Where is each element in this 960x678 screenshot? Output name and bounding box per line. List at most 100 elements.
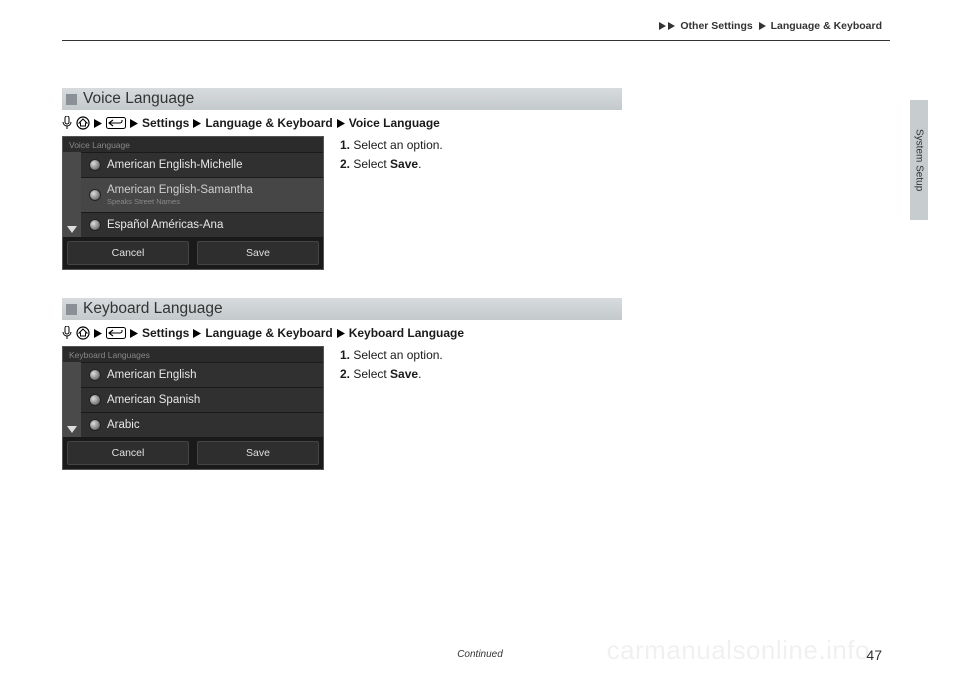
steps: 1. Select an option. 2. Select Save. [340, 346, 443, 383]
option-list: American English American Spanish Arabic [81, 362, 323, 437]
section-heading: Keyboard Language [62, 298, 622, 320]
screenshot-keyboard-language: Keyboard Languages American English [62, 346, 324, 470]
list-item[interactable]: American Spanish [81, 387, 323, 412]
breadcrumb: Other Settings Language & Keyboard [659, 20, 882, 32]
nav-group: Language & Keyboard [205, 326, 332, 340]
scroll-down-icon [67, 426, 77, 433]
side-tab: System Setup [910, 100, 928, 220]
step-text: . [418, 157, 421, 171]
footer-continued: Continued [0, 649, 960, 660]
square-bullet-icon [66, 94, 77, 105]
steps: 1. Select an option. 2. Select Save. [340, 136, 443, 173]
horizontal-rule [62, 40, 890, 41]
list-item[interactable]: American English-Michelle [81, 152, 323, 177]
nav-path: Settings Language & Keyboard Voice Langu… [62, 116, 622, 130]
back-icon [106, 327, 126, 339]
step-line: 1. Select an option. [340, 346, 443, 365]
list-item-label-wrap: American English-Samantha Speaks Street … [107, 184, 253, 206]
play-triangle-icon [94, 119, 102, 128]
voice-icon [62, 116, 72, 130]
back-icon [106, 117, 126, 129]
play-triangle-icon [94, 329, 102, 338]
breadcrumb-part: Other Settings [680, 20, 752, 32]
screenshot-buttons: Cancel Save [63, 437, 323, 469]
screenshot-title: Keyboard Languages [63, 347, 323, 362]
home-icon [76, 116, 90, 130]
nav-leaf: Voice Language [349, 116, 440, 130]
step-number: 1. [340, 348, 350, 362]
section-row: Keyboard Languages American English [62, 346, 622, 470]
step-text: . [418, 367, 421, 381]
save-button[interactable]: Save [197, 441, 319, 465]
list-item-label: American English [107, 369, 196, 381]
screenshot-body: American English American Spanish Arabic [63, 362, 323, 437]
radio-icon [89, 189, 101, 201]
list-item-label: Arabic [107, 419, 140, 431]
screenshot-body: American English-Michelle American Engli… [63, 152, 323, 237]
step-number: 2. [340, 157, 350, 171]
nav-leaf: Keyboard Language [349, 326, 464, 340]
section-keyboard-language: Keyboard Language Settings Language & Ke… [62, 298, 622, 470]
nav-settings: Settings [142, 326, 189, 340]
step-line: 2. Select Save. [340, 155, 443, 174]
step-text: Select an option. [353, 348, 442, 362]
step-bold: Save [390, 157, 418, 171]
scroll-down-icon [67, 226, 77, 233]
list-item-sublabel: Speaks Street Names [107, 197, 253, 206]
list-item-label: Español Américas-Ana [107, 219, 223, 231]
list-item-label: American English-Samantha [107, 184, 253, 196]
screenshot-voice-language: Voice Language American English-Michelle [62, 136, 324, 270]
section-heading-label: Keyboard Language [83, 300, 223, 318]
content-column: Voice Language Settings Language & Keybo… [62, 88, 622, 498]
nav-path: Settings Language & Keyboard Keyboard La… [62, 326, 622, 340]
scrollbar[interactable] [63, 152, 81, 237]
home-icon [76, 326, 90, 340]
radio-icon [89, 369, 101, 381]
scrollbar[interactable] [63, 362, 81, 437]
list-item[interactable]: American English [81, 362, 323, 387]
step-number: 1. [340, 138, 350, 152]
nav-group: Language & Keyboard [205, 116, 332, 130]
play-triangle-icon [337, 119, 345, 128]
play-triangle-icon [659, 22, 666, 30]
screenshot-title: Voice Language [63, 137, 323, 152]
step-line: 1. Select an option. [340, 136, 443, 155]
option-list: American English-Michelle American Engli… [81, 152, 323, 237]
section-heading-label: Voice Language [83, 90, 194, 108]
step-text: Select [353, 157, 390, 171]
section-heading: Voice Language [62, 88, 622, 110]
play-triangle-icon [130, 329, 138, 338]
list-item[interactable]: Arabic [81, 412, 323, 437]
list-item[interactable]: American English-Samantha Speaks Street … [81, 177, 323, 212]
step-text: Select [353, 367, 390, 381]
square-bullet-icon [66, 304, 77, 315]
section-row: Voice Language American English-Michelle [62, 136, 622, 270]
breadcrumb-part: Language & Keyboard [771, 20, 882, 32]
cancel-button[interactable]: Cancel [67, 441, 189, 465]
screenshot-buttons: Cancel Save [63, 237, 323, 269]
save-button[interactable]: Save [197, 241, 319, 265]
step-text: Select an option. [353, 138, 442, 152]
play-triangle-icon [668, 22, 675, 30]
step-line: 2. Select Save. [340, 365, 443, 384]
page: Other Settings Language & Keyboard Syste… [0, 0, 960, 678]
play-triangle-icon [193, 329, 201, 338]
radio-icon [89, 394, 101, 406]
list-item-label: American English-Michelle [107, 159, 243, 171]
radio-icon [89, 419, 101, 431]
play-triangle-icon [759, 22, 766, 30]
step-bold: Save [390, 367, 418, 381]
page-number: 47 [866, 647, 882, 663]
step-number: 2. [340, 367, 350, 381]
list-item[interactable]: Español Américas-Ana [81, 212, 323, 237]
nav-settings: Settings [142, 116, 189, 130]
play-triangle-icon [130, 119, 138, 128]
section-voice-language: Voice Language Settings Language & Keybo… [62, 88, 622, 270]
side-tab-label: System Setup [914, 129, 925, 191]
cancel-button[interactable]: Cancel [67, 241, 189, 265]
play-triangle-icon [193, 119, 201, 128]
radio-icon [89, 159, 101, 171]
voice-icon [62, 326, 72, 340]
list-item-label: American Spanish [107, 394, 200, 406]
play-triangle-icon [337, 329, 345, 338]
